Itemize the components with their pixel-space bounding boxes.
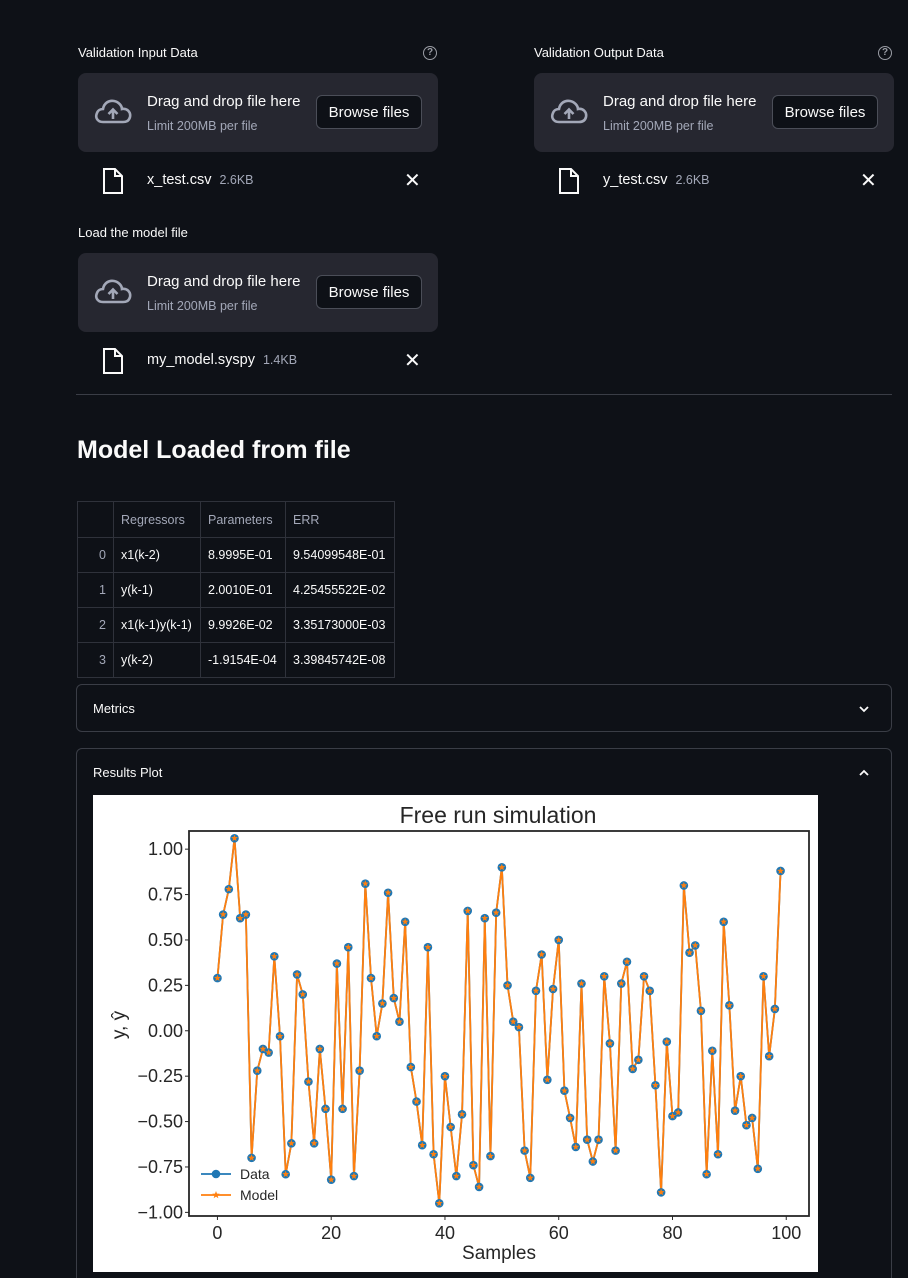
divider: [76, 394, 892, 395]
table-cell[interactable]: 9.9926E-02: [200, 607, 286, 643]
browse-files-button[interactable]: Browse files: [772, 95, 878, 129]
model-table[interactable]: Regressors Parameters ERR 0 x1(k-2) 8.99…: [77, 501, 395, 678]
column-header[interactable]: ERR: [285, 501, 395, 538]
dropzone-instructions: Drag and drop file here: [147, 93, 301, 110]
dropzone-limit: Limit 200MB per file: [147, 299, 258, 313]
legend: Data Model: [201, 1166, 278, 1203]
x-tick-label: 60: [549, 1223, 569, 1243]
dropzone[interactable]: Drag and drop file here Limit 200MB per …: [78, 73, 438, 152]
metrics-expander[interactable]: Metrics: [76, 684, 892, 732]
table-cell[interactable]: 8.9995E-01: [200, 537, 286, 573]
chevron-down-icon[interactable]: [857, 702, 871, 716]
dropzone-limit: Limit 200MB per file: [603, 119, 714, 133]
legend-marker: [211, 1169, 221, 1179]
help-icon[interactable]: ?: [878, 46, 892, 60]
browse-files-button[interactable]: Browse files: [316, 275, 422, 309]
file-size: 2.6KB: [219, 173, 254, 187]
y-tick-label: 1.00: [148, 839, 183, 859]
file-name: y_test.csv: [603, 172, 668, 188]
column-header[interactable]: Parameters: [200, 501, 286, 538]
y-tick-label: 0.75: [148, 885, 183, 905]
table-cell[interactable]: 3.35173000E-03: [285, 607, 395, 643]
table-cell[interactable]: 9.54099548E-01: [285, 537, 395, 573]
dropzone-limit: Limit 200MB per file: [147, 119, 258, 133]
file-icon: [103, 348, 123, 374]
y-tick-label: −0.25: [137, 1066, 183, 1086]
y-axis-label: y, ŷ: [109, 1010, 130, 1039]
page-heading: Model Loaded from file: [77, 436, 351, 464]
remove-file-icon[interactable]: ✕: [404, 348, 421, 373]
browse-files-button[interactable]: Browse files: [316, 95, 422, 129]
file-name: x_test.csv: [147, 172, 212, 188]
y-tick-label: −1.00: [137, 1202, 183, 1222]
y-tick-label: −0.75: [137, 1157, 183, 1177]
free-run-simulation-chart: Free run simulation Samples y, ŷ 0 20 40 60…: [109, 802, 810, 1264]
table-cell[interactable]: y(k-1): [113, 572, 201, 608]
dropzone-instructions: Drag and drop file here: [603, 93, 757, 110]
row-index: 1: [77, 572, 114, 608]
table-header-row: Regressors Parameters ERR: [77, 501, 395, 538]
table-cell[interactable]: 4.25455522E-02: [285, 572, 395, 608]
cloud-upload-icon: [550, 99, 588, 124]
y-tick-label: −0.50: [137, 1112, 183, 1132]
cloud-upload-icon: [94, 279, 132, 304]
table-cell[interactable]: x1(k-2): [113, 537, 201, 573]
row-index: 3: [77, 642, 114, 678]
table-cell[interactable]: x1(k-1)y(k-1): [113, 607, 201, 643]
file-icon: [559, 168, 579, 194]
results-plot: Free run simulation Samples y, ŷ 0 20 40 60…: [93, 795, 818, 1272]
chevron-up-icon[interactable]: [857, 766, 871, 780]
dropzone-instructions: Drag and drop file here: [147, 273, 301, 290]
column-header[interactable]: Regressors: [113, 501, 201, 538]
legend-label: Model: [240, 1187, 278, 1203]
expander-title: Results Plot: [93, 765, 163, 780]
x-tick-label: 40: [435, 1223, 455, 1243]
cloud-upload-icon: [94, 99, 132, 124]
uploaded-file: y_test.csv 2.6KB ✕: [534, 166, 894, 196]
index-header: [77, 501, 114, 538]
chart-title: Free run simulation: [400, 802, 597, 828]
y-tick-label: 0.00: [148, 1021, 183, 1041]
table-cell[interactable]: 3.39845742E-08: [285, 642, 395, 678]
x-tick-label: 0: [212, 1223, 222, 1243]
table-row: 1 y(k-1) 2.0010E-01 4.25455522E-02: [77, 572, 395, 608]
x-tick-label: 80: [662, 1223, 682, 1243]
table-row: 3 y(k-2) -1.9154E-04 3.39845742E-08: [77, 642, 395, 678]
table-cell[interactable]: -1.9154E-04: [200, 642, 286, 678]
uploader-label: Validation Output Data: [534, 45, 664, 60]
x-axis-label: Samples: [462, 1243, 536, 1264]
file-size: 1.4KB: [262, 353, 298, 367]
dropzone[interactable]: Drag and drop file here Limit 200MB per …: [78, 253, 438, 332]
y-tick-label: 0.25: [148, 975, 183, 995]
series-line-model: [216, 838, 782, 1204]
row-index: 2: [77, 607, 114, 643]
help-icon[interactable]: ?: [423, 46, 437, 60]
remove-file-icon[interactable]: ✕: [404, 168, 421, 193]
x-tick-label: 100: [771, 1223, 801, 1243]
table-cell[interactable]: y(k-2): [113, 642, 201, 678]
legend-label: Data: [240, 1166, 270, 1182]
uploader-label: Load the model file: [78, 225, 188, 240]
table-row: 2 x1(k-1)y(k-1) 9.9926E-02 3.35173000E-0…: [77, 607, 395, 643]
file-name: my_model.syspy: [147, 352, 255, 368]
expander-title: Metrics: [93, 701, 135, 716]
table-row: 0 x1(k-2) 8.9995E-01 9.54099548E-01: [77, 537, 395, 573]
file-size: 2.6KB: [675, 173, 710, 187]
remove-file-icon[interactable]: ✕: [860, 168, 877, 193]
uploaded-file: my_model.syspy 1.4KB ✕: [78, 346, 438, 376]
table-cell[interactable]: 2.0010E-01: [200, 572, 286, 608]
file-icon: [103, 168, 123, 194]
uploaded-file: x_test.csv 2.6KB ✕: [78, 166, 438, 196]
x-tick-label: 20: [321, 1223, 341, 1243]
dropzone[interactable]: Drag and drop file here Limit 200MB per …: [534, 73, 894, 152]
y-tick-label: 0.50: [148, 930, 183, 950]
row-index: 0: [77, 537, 114, 573]
uploader-label: Validation Input Data: [78, 45, 198, 60]
legend-marker: [212, 1191, 220, 1199]
